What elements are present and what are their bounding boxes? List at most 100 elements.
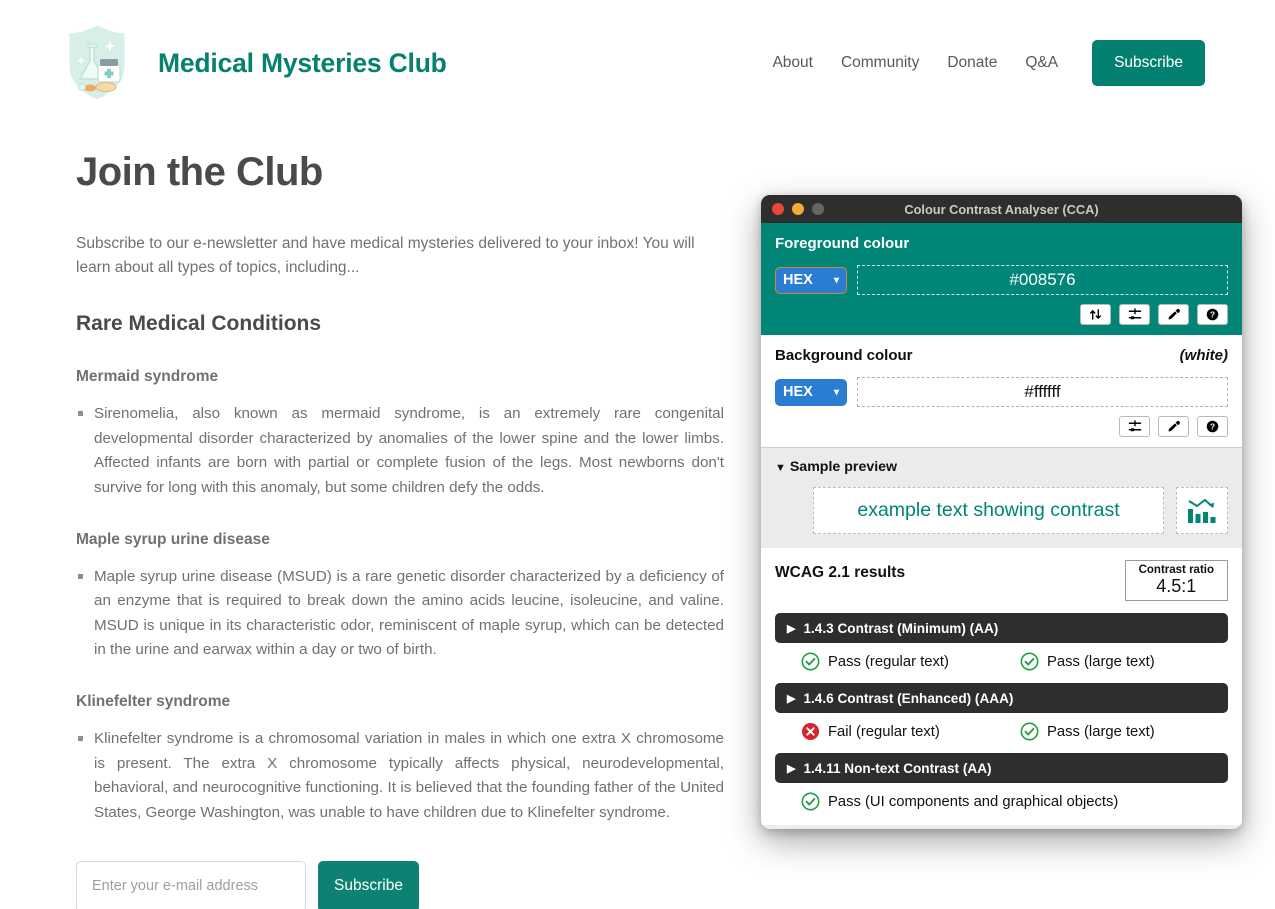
foreground-format-select[interactable]: HEX ▾ [775, 266, 847, 294]
contrast-ratio-box: Contrast ratio 4.5:1 [1124, 560, 1228, 602]
criterion-1-4-3-label: 1.4.3 Contrast (Minimum) (AA) [803, 620, 999, 636]
triangle-right-icon: ▶ [787, 622, 796, 635]
background-colour-panel: Background colour (white) HEX ▾ #ffffff [761, 335, 1242, 447]
condition-title-mermaid: Mermaid syndrome [76, 368, 219, 386]
brand[interactable]: Medical Mysteries Club [62, 21, 447, 105]
eyedropper-icon [1168, 420, 1180, 432]
condition-title-klinefelter: Klinefelter syndrome [76, 693, 231, 711]
sliders-icon [1128, 308, 1141, 320]
email-field[interactable] [76, 860, 306, 909]
condition-list-msud: Maple syrup urine disease (MSUD) is a ra… [76, 565, 726, 664]
wcag-results-title: WCAG 2.1 results [775, 564, 906, 581]
result-regular-text: Fail (regular text) [801, 722, 1020, 741]
background-colour-input[interactable]: #ffffff [857, 377, 1228, 407]
contrast-ratio-value: 4.5:1 [1156, 576, 1197, 596]
foreground-actions: ? [775, 304, 1228, 325]
result-text: Fail (regular text) [828, 723, 940, 740]
nav-link-community[interactable]: Community [827, 54, 933, 72]
sample-text: example text showing contrast [857, 499, 1120, 521]
foreground-colour-row: HEX ▾ #008576 [775, 265, 1228, 295]
swap-arrows-icon [1089, 309, 1102, 320]
background-actions: ? [775, 416, 1228, 437]
criterion-1-4-6-header[interactable]: ▶ 1.4.6 Contrast (Enhanced) (AAA) [775, 683, 1228, 714]
sample-preview-toggle[interactable]: ▼ Sample preview [775, 459, 1228, 475]
triangle-right-icon: ▶ [787, 762, 796, 775]
help-icon: ? [1206, 420, 1219, 433]
intro-paragraph: Subscribe to our e-newsletter and have m… [76, 235, 695, 277]
list-item: Sirenomelia, also known as mermaid syndr… [76, 402, 724, 501]
nav-link-donate[interactable]: Donate [933, 54, 1011, 72]
result-text: Pass (UI components and graphical object… [828, 793, 1119, 810]
wcag-results-panel: WCAG 2.1 results Contrast ratio 4.5:1 ▶ … [761, 548, 1242, 826]
svg-text:?: ? [1210, 422, 1215, 432]
criterion-1-4-11-label: 1.4.11 Non-text Contrast (AA) [803, 760, 992, 776]
sliders-icon [1128, 420, 1141, 432]
background-format-value: HEX [783, 384, 813, 400]
sample-preview-panel: ▼ Sample preview example text showing co… [761, 447, 1242, 548]
nav-link-qa[interactable]: Q&A [1011, 54, 1072, 72]
condition-title-msud: Maple syrup urine disease [76, 530, 270, 548]
result-large-text: Pass (large text) [1020, 722, 1155, 741]
sample-graphic-box [1176, 487, 1228, 534]
triangle-down-icon: ▼ [775, 462, 786, 474]
page-title: Join the Club [76, 150, 323, 194]
site-header: Medical Mysteries Club About Community D… [0, 0, 1275, 126]
help-icon: ? [1206, 308, 1219, 321]
list-item: Maple syrup urine disease (MSUD) is a ra… [76, 565, 724, 664]
result-text: Pass (large text) [1047, 723, 1155, 740]
header-subscribe-button[interactable]: Subscribe [1092, 40, 1205, 86]
result-regular-text: Pass (regular text) [801, 652, 1020, 671]
criterion-1-4-6-results: Fail (regular text) Pass (large text) [775, 722, 1228, 741]
cca-window[interactable]: Colour Contrast Analyser (CCA) Foregroun… [761, 195, 1242, 829]
result-large-text: Pass (large text) [1020, 652, 1155, 671]
brand-title: Medical Mysteries Club [158, 47, 447, 78]
foreground-format-value: HEX [783, 272, 813, 288]
triangle-right-icon: ▶ [787, 692, 796, 705]
main-content: Join the Club Subscribe to our e-newslet… [76, 150, 726, 909]
foreground-colour-input[interactable]: #008576 [857, 265, 1228, 295]
eyedropper-icon [1168, 308, 1180, 320]
pass-check-icon [801, 792, 820, 811]
fail-cross-icon [801, 723, 820, 741]
contrast-ratio-label: Contrast ratio [1138, 564, 1214, 576]
medical-shield-badge-icon [62, 21, 132, 105]
background-adjust-button[interactable] [1119, 416, 1150, 437]
background-format-select[interactable]: HEX ▾ [775, 378, 847, 406]
bar-chart-declining-icon [1188, 498, 1216, 523]
sample-preview-row: example text showing contrast [775, 487, 1228, 534]
cca-window-title: Colour Contrast Analyser (CCA) [904, 201, 1099, 217]
result-text: Pass (large text) [1047, 653, 1155, 670]
criterion-1-4-3-results: Pass (regular text) Pass (large text) [775, 652, 1228, 671]
background-eyedropper-button[interactable] [1158, 416, 1189, 437]
svg-text:?: ? [1210, 310, 1215, 320]
foreground-colour-label: Foreground colour [775, 235, 910, 252]
chevron-down-icon: ▾ [833, 274, 839, 286]
pass-check-icon [1020, 722, 1039, 741]
sample-text-box: example text showing contrast [813, 487, 1164, 534]
nav-link-about[interactable]: About [758, 54, 827, 72]
sample-preview-label: Sample preview [789, 459, 898, 475]
criterion-1-4-6-label: 1.4.6 Contrast (Enhanced) (AAA) [803, 690, 1014, 706]
foreground-adjust-button[interactable] [1119, 304, 1150, 325]
pass-check-icon [801, 652, 820, 671]
condition-list-klinefelter: Klinefelter syndrome is a chromosomal va… [76, 727, 726, 826]
chevron-down-icon: ▾ [833, 386, 839, 398]
result-ui-components: Pass (UI components and graphical object… [801, 792, 1118, 811]
condition-list-mermaid: Sirenomelia, also known as mermaid syndr… [76, 402, 726, 501]
criterion-1-4-11-header[interactable]: ▶ 1.4.11 Non-text Contrast (AA) [775, 753, 1228, 784]
foreground-colour-panel: Foreground colour HEX ▾ #008576 ? [761, 223, 1242, 335]
background-help-button[interactable]: ? [1197, 416, 1228, 437]
newsletter-form: Subscribe [76, 860, 726, 909]
background-colour-note: (white) [1179, 347, 1228, 364]
pass-check-icon [1020, 652, 1039, 671]
foreground-help-button[interactable]: ? [1197, 304, 1228, 325]
swap-colours-button[interactable] [1080, 304, 1111, 325]
section-title: Rare Medical Conditions [76, 312, 322, 336]
result-text: Pass (regular text) [828, 653, 949, 670]
criterion-1-4-3-header[interactable]: ▶ 1.4.3 Contrast (Minimum) (AA) [775, 613, 1228, 644]
form-subscribe-button[interactable]: Subscribe [318, 860, 419, 909]
background-colour-row: HEX ▾ #ffffff [775, 377, 1228, 407]
background-colour-label: Background colour [775, 347, 913, 364]
foreground-eyedropper-button[interactable] [1158, 304, 1189, 325]
cca-titlebar[interactable]: Colour Contrast Analyser (CCA) [761, 195, 1242, 223]
